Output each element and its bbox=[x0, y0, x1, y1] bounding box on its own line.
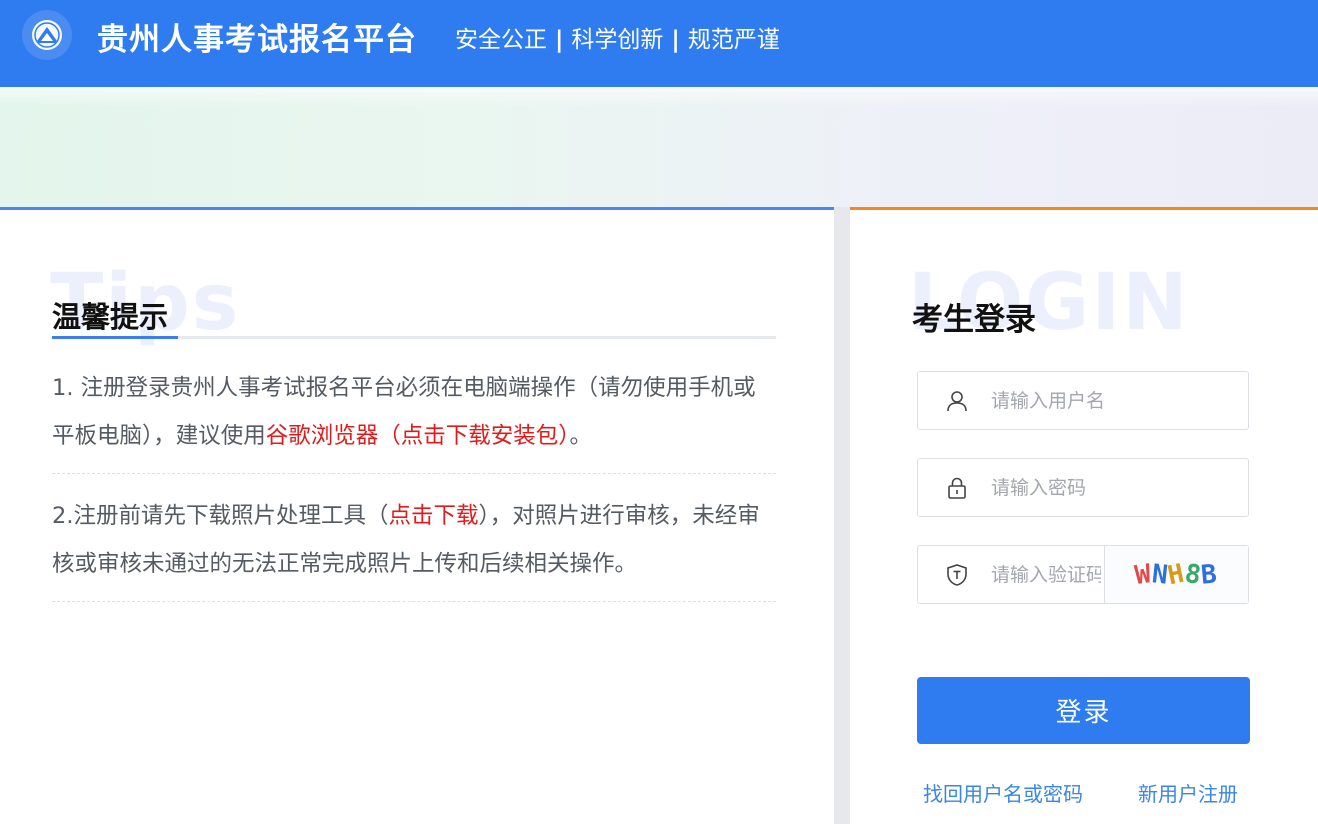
slogan-item: 科学创新 bbox=[571, 27, 664, 53]
tip-text: 2.注册前请先下载照片处理工具（ bbox=[52, 503, 389, 529]
captcha-image[interactable]: WNH8B bbox=[1104, 546, 1248, 603]
user-icon bbox=[945, 389, 969, 413]
slogan-item: 规范严谨 bbox=[687, 27, 780, 53]
chrome-download-link[interactable]: 谷歌浏览器（点击下载安装包） bbox=[266, 423, 570, 449]
username-field[interactable] bbox=[917, 371, 1249, 430]
slogan: 安全公正 | 科学创新 | 规范严谨 bbox=[455, 20, 780, 54]
tips-title-underline bbox=[52, 336, 178, 339]
login-panel: LOGIN 考生登录 请输入用户名 请输入验证码 W N H 8 B 登录 找回… bbox=[850, 207, 1318, 824]
slogan-separator: | bbox=[671, 27, 680, 53]
captcha-input[interactable] bbox=[991, 563, 1101, 586]
tip-text: 。 bbox=[569, 423, 593, 449]
panel-gap bbox=[834, 207, 850, 824]
tips-title: 温馨提示 bbox=[52, 300, 169, 334]
login-title: 考生登录 bbox=[912, 302, 1036, 338]
captcha-field[interactable]: WNH8B bbox=[917, 545, 1249, 604]
slogan-item: 安全公正 bbox=[455, 27, 547, 53]
top-header: 贵州人事考试报名平台 安全公正 | 科学创新 | 规范严谨 bbox=[0, 0, 1318, 87]
forgot-credentials-link[interactable]: 找回用户名或密码 bbox=[923, 778, 1083, 807]
photo-tool-download-link[interactable]: 点击下载 bbox=[388, 503, 478, 529]
slogan-separator: | bbox=[555, 27, 564, 53]
lock-icon bbox=[945, 476, 969, 500]
tip-item-photo-tool: 2.注册前请先下载照片处理工具（点击下载），对照片进行审核，未经审核或审核未通过… bbox=[52, 492, 776, 602]
captcha-char: B bbox=[1200, 558, 1220, 591]
shield-icon bbox=[945, 563, 969, 587]
banner-shadow bbox=[0, 87, 1318, 107]
password-input[interactable] bbox=[991, 476, 1211, 499]
site-title: 贵州人事考试报名平台 bbox=[97, 22, 417, 58]
password-field[interactable] bbox=[917, 458, 1249, 517]
login-button[interactable]: 登录 bbox=[917, 677, 1250, 744]
tip-item-browser: 1. 注册登录贵州人事考试报名平台必须在电脑端操作（请勿使用手机或平板电脑），建… bbox=[52, 364, 776, 474]
username-input[interactable] bbox=[991, 389, 1211, 412]
tips-panel: Tips 温馨提示 1. 注册登录贵州人事考试报名平台必须在电脑端操作（请勿使用… bbox=[0, 207, 834, 824]
mountain-emblem-icon[interactable] bbox=[22, 10, 72, 60]
register-link[interactable]: 新用户注册 bbox=[1138, 778, 1238, 807]
